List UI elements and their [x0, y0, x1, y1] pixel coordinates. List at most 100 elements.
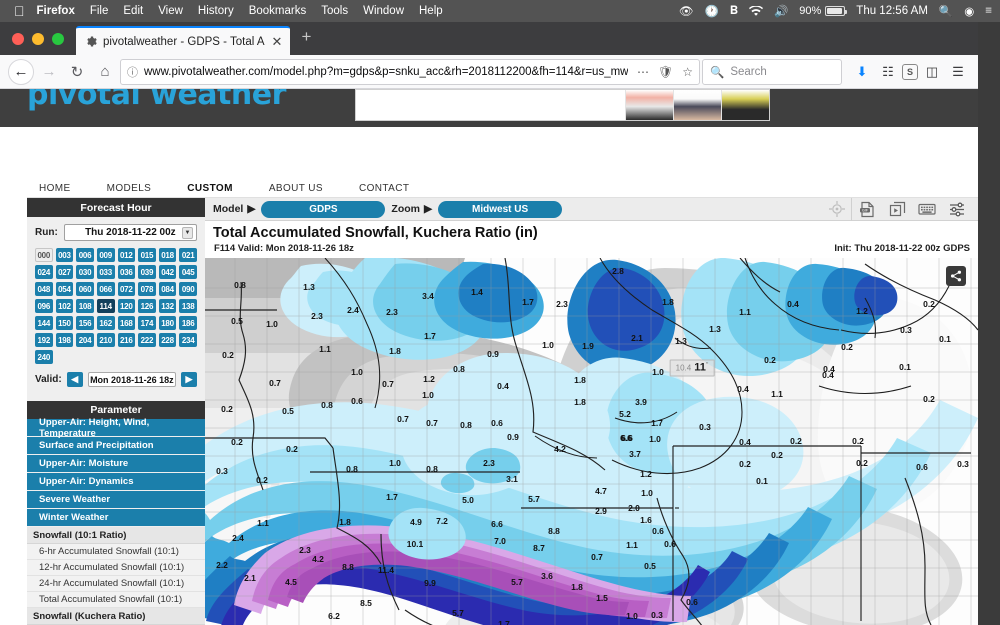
- forward-button[interactable]: →: [36, 59, 62, 85]
- parameter-item-24-hr-accumulated-snowfall-10-1[interactable]: 24-hr Accumulated Snowfall (10:1): [27, 576, 205, 592]
- keyboard-shortcuts-icon[interactable]: [912, 198, 942, 221]
- forecast-hour-138[interactable]: 138: [179, 299, 197, 313]
- forecast-hour-108[interactable]: 108: [76, 299, 94, 313]
- forecast-hour-150[interactable]: 150: [55, 316, 74, 330]
- parameter-group-surface-and-precipitation[interactable]: Surface and Precipitation: [27, 437, 205, 455]
- browser-tab[interactable]: pivotalweather - GDPS - Total A ✕: [76, 26, 290, 55]
- menu-item-tools[interactable]: Tools: [321, 5, 348, 17]
- forecast-hour-210[interactable]: 210: [96, 333, 115, 347]
- forecast-hour-024[interactable]: 024: [35, 265, 53, 279]
- parameter-group-upper-air-dynamics[interactable]: Upper-Air: Dynamics: [27, 473, 205, 491]
- valid-prev-button[interactable]: ◀: [66, 372, 83, 387]
- forecast-hour-048[interactable]: 048: [35, 282, 53, 296]
- menu-item-window[interactable]: Window: [363, 5, 404, 17]
- reload-button[interactable]: ↻: [64, 59, 90, 85]
- valid-next-button[interactable]: ▶: [181, 372, 197, 387]
- forecast-hour-180[interactable]: 180: [158, 316, 177, 330]
- forecast-hour-096[interactable]: 096: [35, 299, 53, 313]
- wifi-icon[interactable]: [748, 5, 763, 17]
- close-window-button[interactable]: [12, 32, 24, 45]
- share-icon[interactable]: [946, 266, 966, 286]
- forecast-hour-120[interactable]: 120: [117, 299, 136, 313]
- parameter-group-upper-air-moisture[interactable]: Upper-Air: Moisture: [27, 455, 205, 473]
- forecast-hour-240[interactable]: 240: [35, 350, 53, 364]
- site-nav-models[interactable]: MODELS: [107, 183, 152, 194]
- zoom-select-button[interactable]: Midwest US: [438, 200, 563, 218]
- url-bar[interactable]: ⓘ www.pivotalweather.com/model.php?m=gdp…: [120, 58, 700, 85]
- snowfall-map-image[interactable]: 0.8 1.3 3.4 0.5 1.0 2.3 2.4 2.3 1.7 1.4 1.7 2.3 1.0 1…: [205, 258, 978, 625]
- settings-sliders-icon[interactable]: [942, 198, 972, 221]
- new-tab-button[interactable]: +: [290, 27, 324, 51]
- downloads-icon[interactable]: ⬇: [850, 60, 874, 84]
- info-icon[interactable]: ⓘ: [127, 64, 138, 80]
- forecast-hour-204[interactable]: 204: [76, 333, 94, 347]
- site-nav-home[interactable]: HOME: [39, 183, 71, 194]
- forecast-hour-234[interactable]: 234: [179, 333, 197, 347]
- model-select-button[interactable]: GDPS: [261, 200, 386, 218]
- menubar-clock[interactable]: Thu 12:56 AM: [856, 5, 928, 17]
- forecast-hour-132[interactable]: 132: [158, 299, 177, 313]
- menu-item-file[interactable]: File: [90, 5, 109, 17]
- forecast-hour-162[interactable]: 162: [96, 316, 115, 330]
- forecast-hour-090[interactable]: 090: [179, 282, 197, 296]
- forecast-hour-174[interactable]: 174: [138, 316, 156, 330]
- close-tab-icon[interactable]: ✕: [271, 34, 284, 50]
- crosshair-target-icon[interactable]: [822, 197, 852, 221]
- parameter-group-severe-weather[interactable]: Severe Weather: [27, 491, 205, 509]
- notification-center-icon[interactable]: ≡: [985, 5, 992, 17]
- menu-item-bookmarks[interactable]: Bookmarks: [249, 5, 307, 17]
- forecast-hour-027[interactable]: 027: [55, 265, 74, 279]
- parameter-item-6-hr-accumulated-snowfall-10-1[interactable]: 6-hr Accumulated Snowfall (10:1): [27, 544, 205, 560]
- forecast-hour-228[interactable]: 228: [158, 333, 177, 347]
- forecast-hour-222[interactable]: 222: [138, 333, 156, 347]
- minimize-window-button[interactable]: [32, 32, 44, 45]
- forecast-hour-033[interactable]: 033: [96, 265, 115, 279]
- maximize-window-button[interactable]: [52, 32, 64, 45]
- parameter-group-upper-air-height-wind-temperature[interactable]: Upper-Air: Height, Wind, Temperature: [27, 417, 205, 439]
- forecast-hour-060[interactable]: 060: [76, 282, 94, 296]
- forecast-hour-045[interactable]: 045: [179, 265, 197, 279]
- forecast-hour-186[interactable]: 186: [179, 316, 197, 330]
- menu-item-view[interactable]: View: [158, 5, 183, 17]
- ad-banner[interactable]: [355, 89, 770, 121]
- menu-icon[interactable]: ☰: [946, 60, 970, 84]
- forecast-hour-012[interactable]: 012: [117, 248, 136, 262]
- menu-item-edit[interactable]: Edit: [123, 5, 143, 17]
- back-button[interactable]: ←: [8, 58, 34, 85]
- site-nav-contact[interactable]: CONTACT: [359, 183, 409, 194]
- forecast-hour-102[interactable]: 102: [55, 299, 74, 313]
- forecast-hour-000[interactable]: 000: [35, 248, 53, 262]
- bookmark-star-icon[interactable]: ☆: [682, 65, 693, 79]
- chevron-down-icon[interactable]: ▼: [182, 227, 193, 239]
- more-icon[interactable]: ⋯: [637, 65, 649, 79]
- model-label-group[interactable]: Model ▶: [213, 203, 255, 215]
- reader-shield-icon[interactable]: 🛡: [658, 65, 673, 79]
- eye-icon[interactable]: 👁: [679, 4, 694, 18]
- forecast-hour-015[interactable]: 015: [138, 248, 156, 262]
- forecast-hour-144[interactable]: 144: [35, 316, 53, 330]
- site-logo[interactable]: pivotal weather: [27, 89, 286, 112]
- save-image-icon[interactable]: GIF: [852, 198, 882, 221]
- screenshot-icon[interactable]: S: [902, 63, 918, 80]
- forecast-hour-006[interactable]: 006: [76, 248, 94, 262]
- parameter-group-winter-weather[interactable]: Winter Weather: [27, 509, 205, 527]
- forecast-hour-018[interactable]: 018: [158, 248, 177, 262]
- menu-item-firefox[interactable]: Firefox: [37, 5, 75, 17]
- forecast-hour-156[interactable]: 156: [76, 316, 94, 330]
- library-icon[interactable]: ☷: [876, 60, 900, 84]
- zoom-label-group[interactable]: Zoom ▶: [391, 203, 432, 215]
- forecast-hour-078[interactable]: 078: [138, 282, 156, 296]
- forecast-hour-066[interactable]: 066: [96, 282, 115, 296]
- forecast-hour-009[interactable]: 009: [96, 248, 115, 262]
- volume-icon[interactable]: 🔊: [774, 4, 788, 18]
- parameter-item-total-accumulated-snowfall-10-1[interactable]: Total Accumulated Snowfall (10:1): [27, 592, 205, 608]
- spotlight-search-icon[interactable]: 🔍: [939, 4, 953, 18]
- forecast-hour-126[interactable]: 126: [138, 299, 156, 313]
- parameter-item-12-hr-accumulated-snowfall-10-1[interactable]: 12-hr Accumulated Snowfall (10:1): [27, 560, 205, 576]
- search-bar[interactable]: 🔍 Search: [702, 58, 842, 85]
- forecast-hour-036[interactable]: 036: [117, 265, 136, 279]
- forecast-hour-039[interactable]: 039: [138, 265, 156, 279]
- menu-item-history[interactable]: History: [198, 5, 234, 17]
- forecast-hour-003[interactable]: 003: [55, 248, 74, 262]
- forecast-hour-084[interactable]: 084: [158, 282, 177, 296]
